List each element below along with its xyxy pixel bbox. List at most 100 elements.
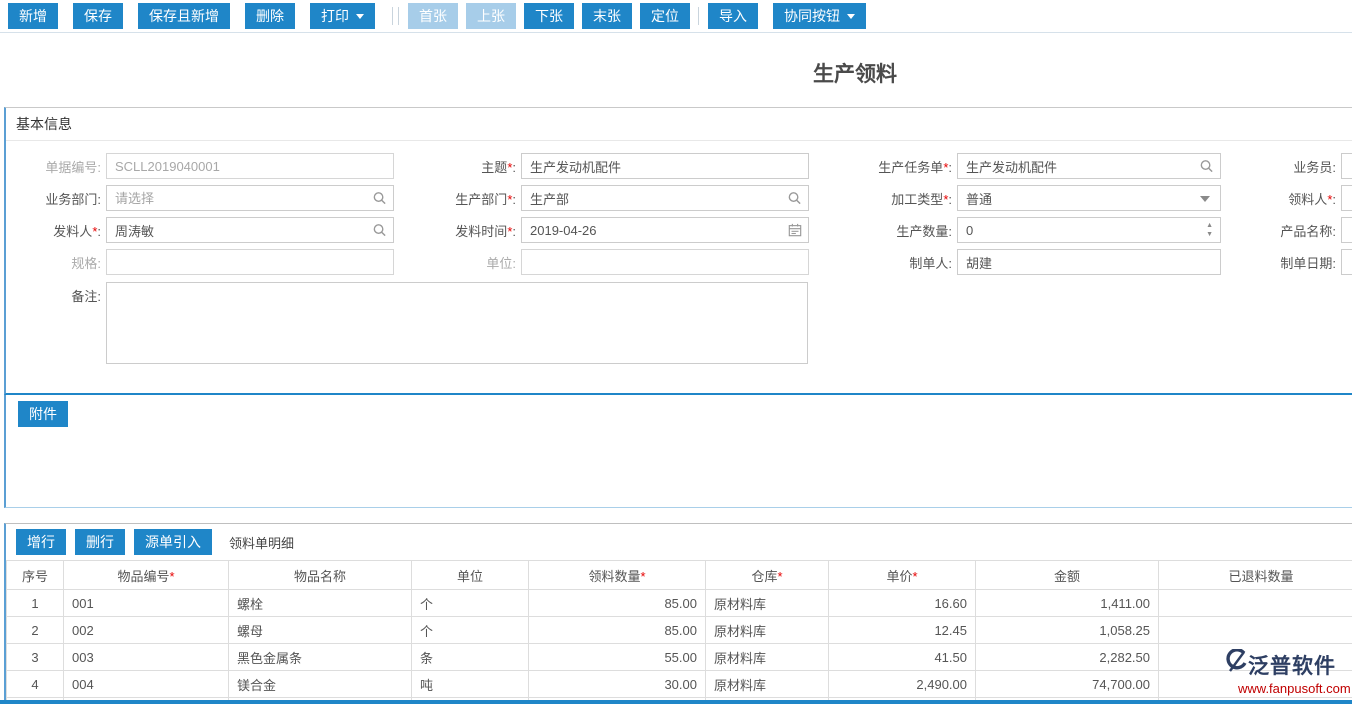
table-row[interactable]: 4 004 镁合金 吨 30.00 原材料库 2,490.00 74,700.0…	[7, 671, 1352, 698]
process-type-label: 加工类型*	[809, 189, 957, 208]
chevron-down-icon	[847, 14, 855, 19]
source-import-button[interactable]: 源单引入	[134, 529, 212, 555]
requisition-detail-table: 序号 物品编号* 物品名称 单位 领料数量* 仓库* 单价* 金额 已退料数量 …	[6, 560, 1352, 704]
material-receiver-label: 领料人*	[1221, 189, 1341, 208]
delete-button[interactable]: 删除	[245, 3, 295, 29]
cell-qty: 85.00	[529, 617, 706, 644]
attachment-panel: 附件	[4, 395, 1352, 508]
doc-number-label: 单据编号	[6, 157, 106, 176]
toolbar-divider	[698, 7, 699, 25]
cell-item-name: 黑色金属条	[229, 644, 412, 671]
cell-returned	[1159, 671, 1352, 698]
number-spinner-icon[interactable]: ▲▼	[1206, 221, 1213, 239]
basic-info-section-title: 基本信息	[6, 108, 1352, 141]
process-type-select[interactable]	[957, 185, 1221, 211]
create-date-label: 制单日期	[1221, 253, 1341, 272]
col-qty: 领料数量*	[529, 561, 706, 590]
product-name-field-wrap	[1341, 217, 1352, 243]
form-row-remark: 备注	[6, 282, 1352, 364]
business-dept-field[interactable]	[106, 185, 394, 211]
subject-field[interactable]	[521, 153, 809, 179]
col-unit: 单位	[412, 561, 529, 590]
form-row: 单据编号 主题* 生产任务单* 业务员	[6, 150, 1352, 182]
cell-qty: 30.00	[529, 671, 706, 698]
table-header-row: 序号 物品编号* 物品名称 单位 领料数量* 仓库* 单价* 金额 已退料数量	[7, 561, 1352, 590]
prev-record-button[interactable]: 上张	[466, 3, 516, 29]
salesperson-field-wrap	[1341, 153, 1352, 179]
production-task-field[interactable]	[957, 153, 1221, 179]
cell-qty: 85.00	[529, 590, 706, 617]
cell-returned	[1159, 590, 1352, 617]
product-name-field[interactable]	[1341, 217, 1352, 243]
col-item-name: 物品名称	[229, 561, 412, 590]
unit-field	[521, 249, 809, 275]
production-qty-stepper-wrap: ▲▼	[957, 217, 1221, 243]
production-dept-field-wrap	[521, 185, 809, 211]
create-date-field[interactable]	[1341, 249, 1352, 275]
search-icon[interactable]	[372, 223, 387, 238]
save-and-new-button[interactable]: 保存且新增	[138, 3, 230, 29]
table-row[interactable]: 1 001 螺栓 个 85.00 原材料库 16.60 1,411.00	[7, 590, 1352, 617]
remark-textarea[interactable]	[106, 282, 808, 364]
issue-time-field[interactable]	[521, 217, 809, 243]
business-dept-field-wrap	[106, 185, 394, 211]
top-toolbar: 新增 保存 保存且新增 删除 打印 首张 上张 下张 末张 定位 导入 协同按钮	[0, 0, 1352, 33]
material-issuer-field-wrap	[106, 217, 394, 243]
delete-row-button[interactable]: 删行	[75, 529, 125, 555]
production-qty-stepper[interactable]	[957, 217, 1221, 243]
form-row: 业务部门 生产部门* 加工类型* 领料人*	[6, 182, 1352, 214]
creator-label: 制单人	[809, 253, 957, 272]
basic-info-panel: 基本信息 单据编号 主题* 生产任务单* 业务员	[4, 107, 1352, 395]
cell-returned	[1159, 644, 1352, 671]
production-dept-label: 生产部门*	[394, 189, 521, 208]
collab-button[interactable]: 协同按钮	[773, 3, 866, 29]
chevron-down-icon[interactable]	[1200, 196, 1210, 202]
cell-warehouse: 原材料库	[706, 590, 829, 617]
production-task-field-wrap	[957, 153, 1221, 179]
table-row[interactable]: 3 003 黑色金属条 条 55.00 原材料库 41.50 2,282.50	[7, 644, 1352, 671]
cell-qty: 55.00	[529, 644, 706, 671]
search-icon[interactable]	[787, 191, 802, 206]
form-row: 发料人* 发料时间* 生产数量 ▲▼ 产品名称	[6, 214, 1352, 246]
grid-toolbar: 增行 删行 源单引入 领料单明细	[6, 524, 1352, 560]
calendar-icon[interactable]	[788, 223, 802, 237]
issue-time-field-wrap	[521, 217, 809, 243]
import-button[interactable]: 导入	[708, 3, 758, 29]
production-dept-field[interactable]	[521, 185, 809, 211]
material-receiver-field[interactable]	[1341, 185, 1352, 211]
cell-warehouse: 原材料库	[706, 671, 829, 698]
cell-unit: 个	[412, 590, 529, 617]
cell-no: 4	[7, 671, 64, 698]
cell-item-code: 003	[64, 644, 229, 671]
issue-time-label: 发料时间*	[394, 221, 521, 240]
last-record-button[interactable]: 末张	[582, 3, 632, 29]
toolbar-divider	[392, 7, 393, 25]
production-material-requisition-page: 新增 保存 保存且新增 删除 打印 首张 上张 下张 末张 定位 导入 协同按钮…	[0, 0, 1352, 704]
next-record-button[interactable]: 下张	[524, 3, 574, 29]
creator-field[interactable]	[957, 249, 1221, 275]
search-icon[interactable]	[372, 191, 387, 206]
business-dept-label: 业务部门	[6, 189, 106, 208]
cell-no: 2	[7, 617, 64, 644]
detail-grid-panel: 增行 删行 源单引入 领料单明细 序号 物品编号* 物品名称 单位 领料数量* …	[4, 523, 1352, 704]
process-type-select-wrap	[957, 185, 1221, 211]
form-row: 规格 单位 制单人 制单日期	[6, 246, 1352, 278]
cell-item-name: 镁合金	[229, 671, 412, 698]
material-issuer-field[interactable]	[106, 217, 394, 243]
cell-price: 2,490.00	[829, 671, 976, 698]
table-row[interactable]: 2 002 螺母 个 85.00 原材料库 12.45 1,058.25	[7, 617, 1352, 644]
locate-button[interactable]: 定位	[640, 3, 690, 29]
save-button[interactable]: 保存	[73, 3, 123, 29]
first-record-button[interactable]: 首张	[408, 3, 458, 29]
subject-label: 主题*	[394, 157, 521, 176]
unit-field-wrap	[521, 249, 809, 275]
salesperson-label: 业务员	[1221, 157, 1341, 176]
attachment-button[interactable]: 附件	[18, 401, 68, 427]
salesperson-field[interactable]	[1341, 153, 1352, 179]
add-row-button[interactable]: 增行	[16, 529, 66, 555]
production-qty-label: 生产数量	[809, 221, 957, 240]
search-icon[interactable]	[1199, 159, 1214, 174]
new-button[interactable]: 新增	[8, 3, 58, 29]
col-price: 单价*	[829, 561, 976, 590]
print-button[interactable]: 打印	[310, 3, 375, 29]
